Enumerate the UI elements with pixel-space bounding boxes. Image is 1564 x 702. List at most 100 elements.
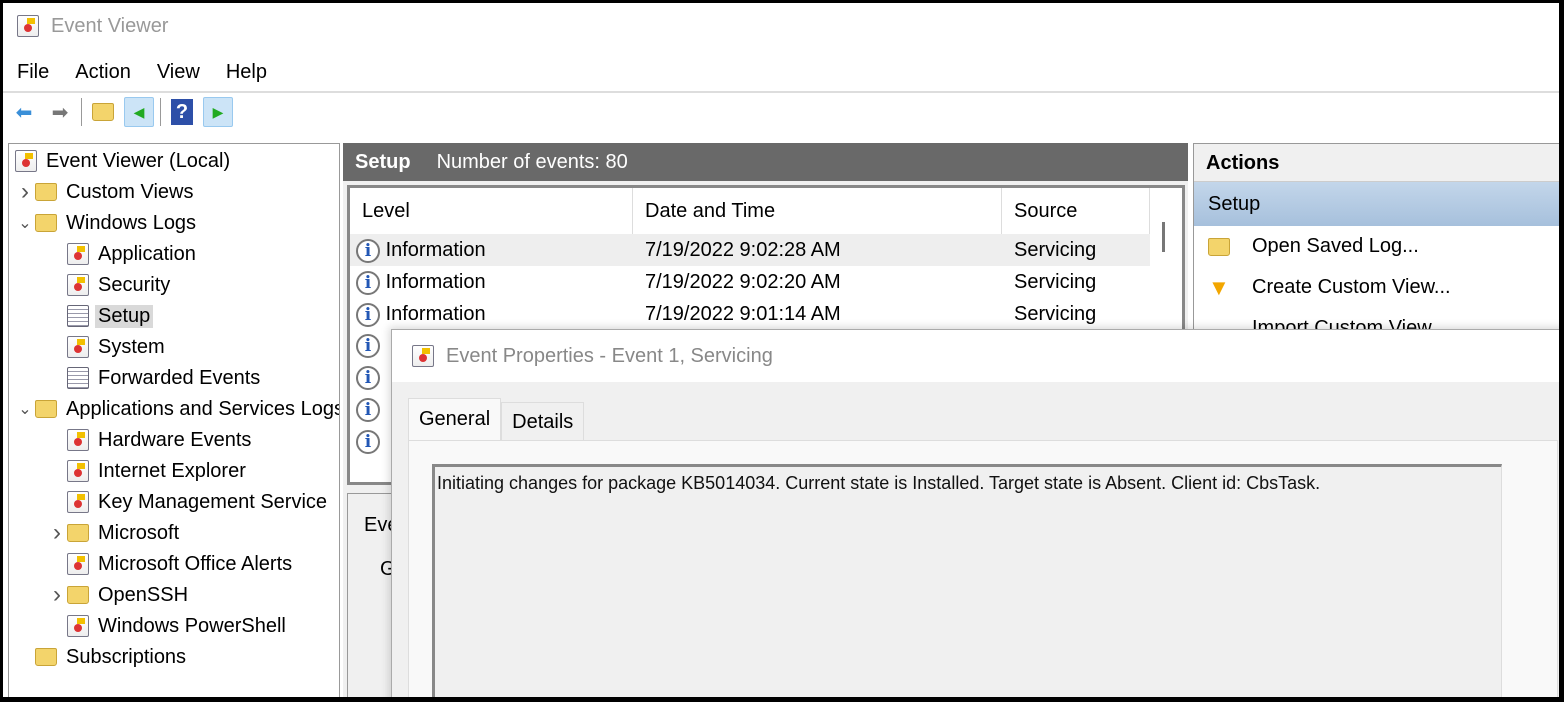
- folder-icon: [67, 524, 89, 542]
- source-cell: Servicing: [1014, 303, 1097, 325]
- folder-icon: [67, 586, 89, 604]
- information-icon: i: [356, 270, 380, 295]
- forward-arrow-icon[interactable]: ➡: [45, 97, 75, 127]
- tree-item-application[interactable]: Application: [47, 239, 199, 269]
- toolbar: ⬅ ➡ ◀ ? ▶: [3, 91, 1559, 131]
- chevron-right-icon[interactable]: ›: [47, 519, 67, 547]
- table-row[interactable]: i Information 7/19/2022 9:01:14 AM Servi…: [350, 298, 1150, 330]
- tree-item-hardware-events[interactable]: Hardware Events: [47, 425, 254, 455]
- menu-bar: File Action View Help: [3, 55, 279, 89]
- information-icon: i: [356, 366, 380, 390]
- chevron-down-icon[interactable]: ⌄: [15, 399, 35, 419]
- log-icon: [67, 305, 89, 327]
- tab-details[interactable]: Details: [501, 402, 585, 440]
- actions-section-setup[interactable]: Setup: [1194, 182, 1559, 226]
- information-icon: i: [356, 398, 380, 422]
- tree-item-label: System: [98, 335, 165, 358]
- vertical-scrollbar-thumb[interactable]: [1162, 222, 1165, 252]
- log-icon: [67, 274, 89, 296]
- tree-item-label: Security: [98, 273, 171, 296]
- actions-pane: Actions Setup Open Saved Log... ▼ Create …: [1193, 143, 1559, 343]
- tree-item-subscriptions[interactable]: Subscriptions: [15, 642, 189, 672]
- datetime-cell: 7/19/2022 9:01:14 AM: [645, 303, 841, 325]
- window-title: Event Viewer: [51, 14, 169, 37]
- tree-item-label: Windows PowerShell: [98, 614, 286, 637]
- menu-file[interactable]: File: [3, 55, 61, 89]
- chevron-down-icon[interactable]: ⌄: [15, 213, 35, 233]
- tree-item-microsoft[interactable]: › Microsoft: [47, 518, 182, 548]
- table-row[interactable]: i Information 7/19/2022 9:02:28 AM Servi…: [350, 234, 1150, 266]
- action-create-custom-view[interactable]: ▼ Create Custom View...: [1194, 267, 1559, 308]
- tree-root-event-viewer-local[interactable]: Event Viewer (Local): [15, 146, 233, 176]
- table-row[interactable]: i Information 7/19/2022 9:02:20 AM Servi…: [350, 266, 1150, 298]
- tree-item-windows-logs[interactable]: ⌄ Windows Logs: [15, 208, 199, 238]
- tree-item-custom-views[interactable]: › Custom Views: [15, 177, 196, 207]
- tree-item-forwarded-events[interactable]: Forwarded Events: [47, 363, 263, 393]
- level-cell: i Information: [356, 266, 486, 298]
- tree-item-label: Subscriptions: [66, 645, 187, 668]
- open-folder-icon[interactable]: [88, 97, 118, 127]
- folder-icon: [35, 648, 57, 666]
- tree-item-windows-powershell[interactable]: Windows PowerShell: [47, 611, 289, 641]
- dialog-title-bar[interactable]: Event Properties - Event 1, Servicing: [392, 330, 1559, 382]
- tree-item-security[interactable]: Security: [47, 270, 173, 300]
- chevron-right-icon[interactable]: ›: [47, 581, 67, 609]
- tree-root-label: Event Viewer (Local): [46, 149, 231, 172]
- show-hide-action-pane-icon[interactable]: ▶: [203, 97, 233, 127]
- folder-icon: [35, 183, 57, 201]
- tree-item-setup[interactable]: Setup: [47, 301, 154, 331]
- information-icon: i: [356, 334, 380, 358]
- datetime-cell: 7/19/2022 9:02:28 AM: [645, 239, 841, 261]
- column-header-date-time[interactable]: Date and Time: [633, 188, 1002, 234]
- tree-item-label: Microsoft: [98, 521, 180, 544]
- event-viewer-icon: [15, 150, 37, 172]
- level-text: Information: [385, 271, 486, 293]
- tree-item-microsoft-office-alerts[interactable]: Microsoft Office Alerts: [47, 549, 295, 579]
- toolbar-separator: [160, 98, 161, 126]
- dialog-tabs: General Details: [408, 398, 585, 440]
- chevron-right-icon[interactable]: ›: [15, 178, 35, 206]
- information-icon: i: [356, 238, 380, 263]
- level-text: Information: [385, 239, 486, 261]
- tree-item-label: OpenSSH: [98, 583, 189, 606]
- tree-item-key-management-service[interactable]: Key Management Service: [47, 487, 330, 517]
- action-open-saved-log[interactable]: Open Saved Log...: [1194, 226, 1559, 267]
- tree-item-system[interactable]: System: [47, 332, 168, 362]
- log-icon: [67, 615, 89, 637]
- tree-item-label: Windows Logs: [66, 211, 197, 234]
- level-text: Information: [385, 303, 486, 325]
- open-folder-icon: [1208, 237, 1230, 256]
- tab-general[interactable]: General: [408, 398, 502, 440]
- log-icon: [67, 243, 89, 265]
- title-bar: Event Viewer: [3, 3, 1559, 49]
- menu-view[interactable]: View: [143, 55, 212, 89]
- tree-item-label: Application: [98, 242, 196, 265]
- tree-item-label: Internet Explorer: [98, 459, 246, 482]
- console-tree: Event Viewer (Local) › Custom Views ⌄ Windo…: [8, 143, 340, 697]
- log-icon: [67, 491, 89, 513]
- source-cell: Servicing: [1014, 239, 1097, 261]
- back-arrow-icon[interactable]: ⬅: [9, 97, 39, 127]
- datetime-cell: 7/19/2022 9:02:20 AM: [645, 271, 841, 293]
- folder-icon: [35, 214, 57, 232]
- event-properties-dialog: Event Properties - Event 1, Servicing Ge…: [391, 329, 1559, 697]
- tree-item-label: Applications and Services Logs: [66, 397, 340, 420]
- action-label: Open Saved Log...: [1252, 235, 1419, 257]
- tree-item-openssh[interactable]: › OpenSSH: [47, 580, 191, 610]
- help-icon[interactable]: ?: [167, 97, 197, 127]
- column-header-level[interactable]: Level: [350, 188, 633, 234]
- menu-action[interactable]: Action: [61, 55, 143, 89]
- tree-item-label: Key Management Service: [98, 490, 328, 513]
- show-hide-console-tree-icon[interactable]: ◀: [124, 97, 154, 127]
- level-cell: i Information: [356, 298, 486, 330]
- log-icon: [67, 429, 89, 451]
- event-message-box[interactable]: Initiating changes for package KB5014034…: [432, 464, 1502, 697]
- column-header-source[interactable]: Source: [1002, 188, 1150, 234]
- tree-item-applications-and-services-logs[interactable]: ⌄ Applications and Services Logs: [15, 394, 340, 424]
- tree-item-internet-explorer[interactable]: Internet Explorer: [47, 456, 249, 486]
- tree-item-label: Forwarded Events: [98, 366, 261, 389]
- tree-item-label: Hardware Events: [98, 428, 252, 451]
- actions-title: Actions: [1194, 144, 1559, 182]
- log-header: Setup Number of events: 80: [343, 143, 1188, 181]
- menu-help[interactable]: Help: [212, 55, 279, 89]
